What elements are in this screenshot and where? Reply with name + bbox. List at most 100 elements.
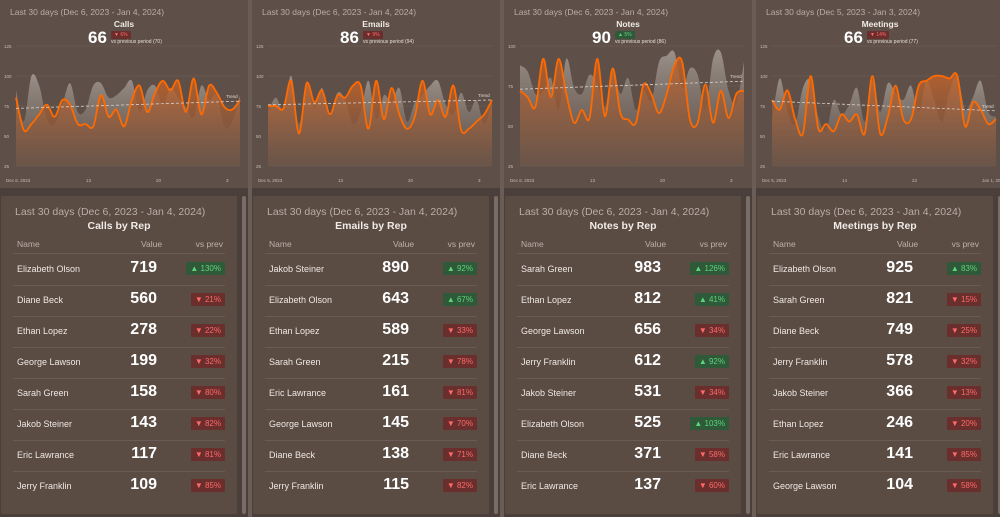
change-badge: ▼ 78% <box>442 355 477 368</box>
table-row[interactable]: Diane Beck 138 ▼ 71% <box>253 440 489 471</box>
change-badge: ▼ 15% <box>946 293 981 306</box>
x-tick-label: Dec 6, 2023 <box>258 178 283 183</box>
rep-name: Elizabeth Olson <box>17 264 81 274</box>
table-row[interactable]: George Lawson 656 ▼ 34% <box>505 316 741 347</box>
trend-label: Trend <box>730 74 742 79</box>
table-row[interactable]: Ethan Lopez 812 ▲ 41% <box>505 285 741 316</box>
rep-value: 925 <box>886 259 913 276</box>
table-row[interactable]: Ethan Lopez 246 ▼ 20% <box>757 409 993 440</box>
table-row[interactable]: Jerry Franklin 109 ▼ 85% <box>1 471 237 502</box>
change-badge: ▼ 14% <box>867 31 890 39</box>
table-row[interactable]: Sarah Green 983 ▲ 126% <box>505 254 741 285</box>
trend-label: Trend <box>226 94 238 99</box>
chart-period: Last 30 days (Dec 6, 2023 - Jan 4, 2024) <box>10 7 165 17</box>
x-tick-label: 20 <box>660 178 666 183</box>
table-row[interactable]: Eric Lawrance 137 ▼ 60% <box>505 471 741 502</box>
change-badge: ▼ 82% <box>190 417 225 430</box>
y-tick-label: 50 <box>760 134 766 139</box>
change-badge: ▼ 34% <box>694 386 729 399</box>
table-row[interactable]: Jerry Franklin 115 ▼ 82% <box>253 471 489 502</box>
column-header-value[interactable]: Value <box>645 239 666 249</box>
column-header-value[interactable]: Value <box>393 239 414 249</box>
column-header-value[interactable]: Value <box>897 239 918 249</box>
rep-value: 656 <box>634 321 661 338</box>
scrollbar[interactable] <box>242 196 246 514</box>
table-row[interactable]: George Lawson 199 ▼ 32% <box>1 347 237 378</box>
rep-table-1: Last 30 days (Dec 6, 2023 - Jan 4, 2024)… <box>253 196 489 514</box>
rep-name: Jakob Steiner <box>521 388 577 398</box>
table-row[interactable]: Eric Lawrance 161 ▼ 81% <box>253 378 489 409</box>
table-row[interactable]: Diane Beck 560 ▼ 21% <box>1 285 237 316</box>
rep-name: Jerry Franklin <box>17 481 72 491</box>
rep-name: Jakob Steiner <box>17 419 73 429</box>
table-row[interactable]: Eric Lawrance 141 ▼ 85% <box>757 440 993 471</box>
rep-name: George Lawson <box>17 357 81 367</box>
column-header-name[interactable]: Name <box>269 239 292 249</box>
rep-name: Ethan Lopez <box>269 326 320 336</box>
table-row[interactable]: Sarah Green 821 ▼ 15% <box>757 285 993 316</box>
rep-value: 531 <box>634 383 661 400</box>
area-chart: 100 75 50 25 Dec 6, 2023 13 20 3 Trend <box>508 44 745 183</box>
table-row[interactable]: Jerry Franklin 578 ▼ 32% <box>757 347 993 378</box>
y-tick-label: 25 <box>508 164 514 169</box>
table-row[interactable]: Diane Beck 749 ▼ 25% <box>757 316 993 347</box>
rep-table-0: Last 30 days (Dec 6, 2023 - Jan 4, 2024)… <box>1 196 237 514</box>
table-row[interactable]: Jakob Steiner 890 ▲ 92% <box>253 254 489 285</box>
column-header-vs-prev[interactable]: vs prev <box>196 239 223 249</box>
column-header-vs-prev[interactable]: vs prev <box>952 239 979 249</box>
change-badge: ▼ 71% <box>442 448 477 461</box>
chart-title: Emails <box>362 19 390 29</box>
change-badge: ▼ 21% <box>190 293 225 306</box>
change-badge: ▼ 81% <box>442 386 477 399</box>
rep-name: Elizabeth Olson <box>521 419 585 429</box>
rep-value: 643 <box>382 290 409 307</box>
x-tick-label: 13 <box>86 178 92 183</box>
table-row[interactable]: George Lawson 104 ▼ 58% <box>757 471 993 502</box>
table-row[interactable]: Elizabeth Olson 643 ▲ 67% <box>253 285 489 316</box>
change-badge: ▲ 92% <box>442 262 477 275</box>
x-tick-label: 20 <box>156 178 162 183</box>
table-row[interactable]: Sarah Green 215 ▼ 78% <box>253 347 489 378</box>
rep-value: 890 <box>382 259 409 276</box>
column-header-name[interactable]: Name <box>17 239 40 249</box>
column-header-vs-prev[interactable]: vs prev <box>700 239 727 249</box>
change-badge: ▼ 6% <box>111 31 131 39</box>
x-tick-label: 13 <box>338 178 344 183</box>
table-row[interactable]: Jakob Steiner 531 ▼ 34% <box>505 378 741 409</box>
change-badge: ▲ 83% <box>946 262 981 275</box>
table-row[interactable]: George Lawson 145 ▼ 70% <box>253 409 489 440</box>
rep-value: 246 <box>886 414 913 431</box>
rep-name: Jerry Franklin <box>521 357 576 367</box>
table-title: Meetings by Rep <box>833 220 917 232</box>
y-tick-label: 100 <box>508 44 516 49</box>
column-header-value[interactable]: Value <box>141 239 162 249</box>
table-row[interactable]: Elizabeth Olson 719 ▲ 130% <box>1 254 237 285</box>
table-row[interactable]: Jerry Franklin 612 ▲ 92% <box>505 347 741 378</box>
scrollbar[interactable] <box>746 196 750 514</box>
table-row[interactable]: Jakob Steiner 143 ▼ 82% <box>1 409 237 440</box>
column-header-vs-prev[interactable]: vs prev <box>448 239 475 249</box>
table-row[interactable]: Ethan Lopez 278 ▼ 22% <box>1 316 237 347</box>
rep-name: George Lawson <box>521 326 585 336</box>
rep-value: 366 <box>886 383 913 400</box>
change-badge: ▼ 32% <box>946 355 981 368</box>
trend-label: Trend <box>982 104 994 109</box>
table-row[interactable]: Eric Lawrance 117 ▼ 81% <box>1 440 237 471</box>
scrollbar[interactable] <box>494 196 498 514</box>
rep-name: Jakob Steiner <box>773 388 829 398</box>
table-row[interactable]: Diane Beck 371 ▼ 58% <box>505 440 741 471</box>
rep-value: 115 <box>383 476 409 493</box>
table-row[interactable]: Sarah Green 158 ▼ 80% <box>1 378 237 409</box>
column-header-name[interactable]: Name <box>773 239 796 249</box>
chart-tile-notes: Last 30 days (Dec 6, 2023 - Jan 4, 2024)… <box>504 0 752 188</box>
rep-name: Eric Lawrance <box>269 388 327 398</box>
rep-value: 145 <box>382 414 409 431</box>
table-row[interactable]: Elizabeth Olson 925 ▲ 83% <box>757 254 993 285</box>
change-badge: ▼ 85% <box>190 479 225 492</box>
table-row[interactable]: Ethan Lopez 589 ▼ 33% <box>253 316 489 347</box>
change-badge: ▲ 92% <box>694 355 729 368</box>
column-header-name[interactable]: Name <box>521 239 544 249</box>
chart-title: Calls <box>113 19 135 29</box>
table-row[interactable]: Elizabeth Olson 525 ▲ 103% <box>505 409 741 440</box>
table-row[interactable]: Jakob Steiner 366 ▼ 13% <box>757 378 993 409</box>
